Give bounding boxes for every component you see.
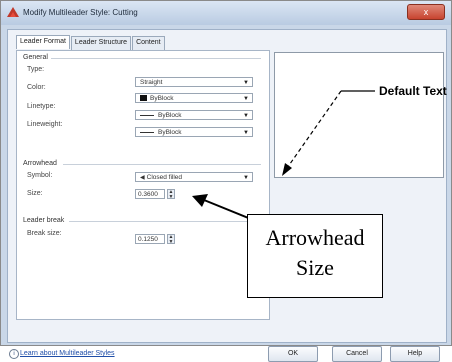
close-button[interactable]: x (407, 4, 445, 20)
autocad-icon (7, 7, 19, 17)
tab-strip: Leader Format Leader Structure Content (16, 35, 166, 50)
chevron-down-icon: ▼ (243, 175, 249, 181)
title-bar[interactable]: Modify Multileader Style: Cutting x (1, 1, 451, 25)
callout-line-2: Size (296, 255, 334, 280)
chevron-down-icon: ▼ (243, 113, 249, 119)
general-divider (51, 58, 261, 59)
info-icon: i (9, 349, 19, 359)
preview-default-text: Default Text (379, 84, 447, 98)
linetype-label: Linetype: (27, 103, 56, 110)
type-dropdown[interactable]: Straight ▼ (135, 77, 253, 87)
linetype-dropdown[interactable]: ByBlock ▼ (135, 110, 253, 120)
lineweight-value: ByBlock (158, 129, 182, 136)
line-sample (140, 114, 154, 116)
break-size-input[interactable]: 0.1250 (135, 234, 165, 244)
color-dropdown[interactable]: ByBlock ▼ (135, 93, 253, 103)
preview-pane: Default Text (274, 52, 447, 178)
arrowhead-size-input[interactable]: 0.3600 (135, 189, 165, 199)
leader-break-heading: Leader break (23, 217, 65, 224)
color-label: Color: (27, 84, 46, 91)
dialog-window: Modify Multileader Style: Cutting x Lead… (0, 0, 452, 362)
leader-format-panel: General Type: Straight ▼ Color: ByBlock … (16, 50, 270, 320)
linetype-value: ByBlock (158, 112, 182, 119)
tab-content[interactable]: Content (132, 36, 165, 50)
type-value: Straight (140, 79, 163, 86)
arrowhead-heading: Arrowhead (23, 160, 57, 167)
general-heading: General (23, 54, 48, 61)
color-swatch (140, 95, 147, 102)
type-label: Type: (27, 66, 45, 73)
symbol-dropdown[interactable]: ◀ Closed filled ▼ (135, 172, 253, 182)
leader-break-divider (69, 221, 261, 222)
symbol-label: Symbol: (27, 172, 53, 179)
help-button[interactable]: Help (390, 346, 440, 362)
ok-button[interactable]: OK (268, 346, 318, 362)
callout-line-1: Arrowhead (265, 225, 365, 250)
learn-link[interactable]: i Learn about Multileader Styles (9, 349, 115, 359)
color-value: ByBlock (150, 95, 174, 102)
arrowhead-divider (63, 164, 261, 165)
tab-leader-structure[interactable]: Leader Structure (70, 36, 132, 50)
break-size-label: Break size: (27, 230, 62, 237)
line-sample (140, 131, 154, 133)
tab-leader-format[interactable]: Leader Format (16, 35, 70, 49)
size-label: Size: (27, 190, 43, 197)
arrow-symbol-icon: ◀ (140, 175, 145, 181)
window-title: Modify Multileader Style: Cutting (23, 8, 138, 17)
lineweight-dropdown[interactable]: ByBlock ▼ (135, 127, 253, 137)
leader-preview-graphic (282, 90, 375, 176)
learn-link-label: Learn about Multileader Styles (20, 350, 115, 357)
chevron-down-icon: ▼ (243, 96, 249, 102)
spinner-arrows-icon[interactable]: ▲ ▼ (167, 234, 175, 245)
chevron-down-icon: ▼ (243, 80, 249, 86)
chevron-down-icon: ▼ (243, 130, 249, 136)
symbol-value: Closed filled (146, 174, 183, 181)
cancel-button[interactable]: Cancel (332, 346, 382, 362)
arrowhead-size-callout: Arrowhead Size (247, 214, 383, 298)
spinner-arrows-icon[interactable]: ▲ ▼ (167, 189, 175, 200)
lineweight-label: Lineweight: (27, 121, 63, 128)
